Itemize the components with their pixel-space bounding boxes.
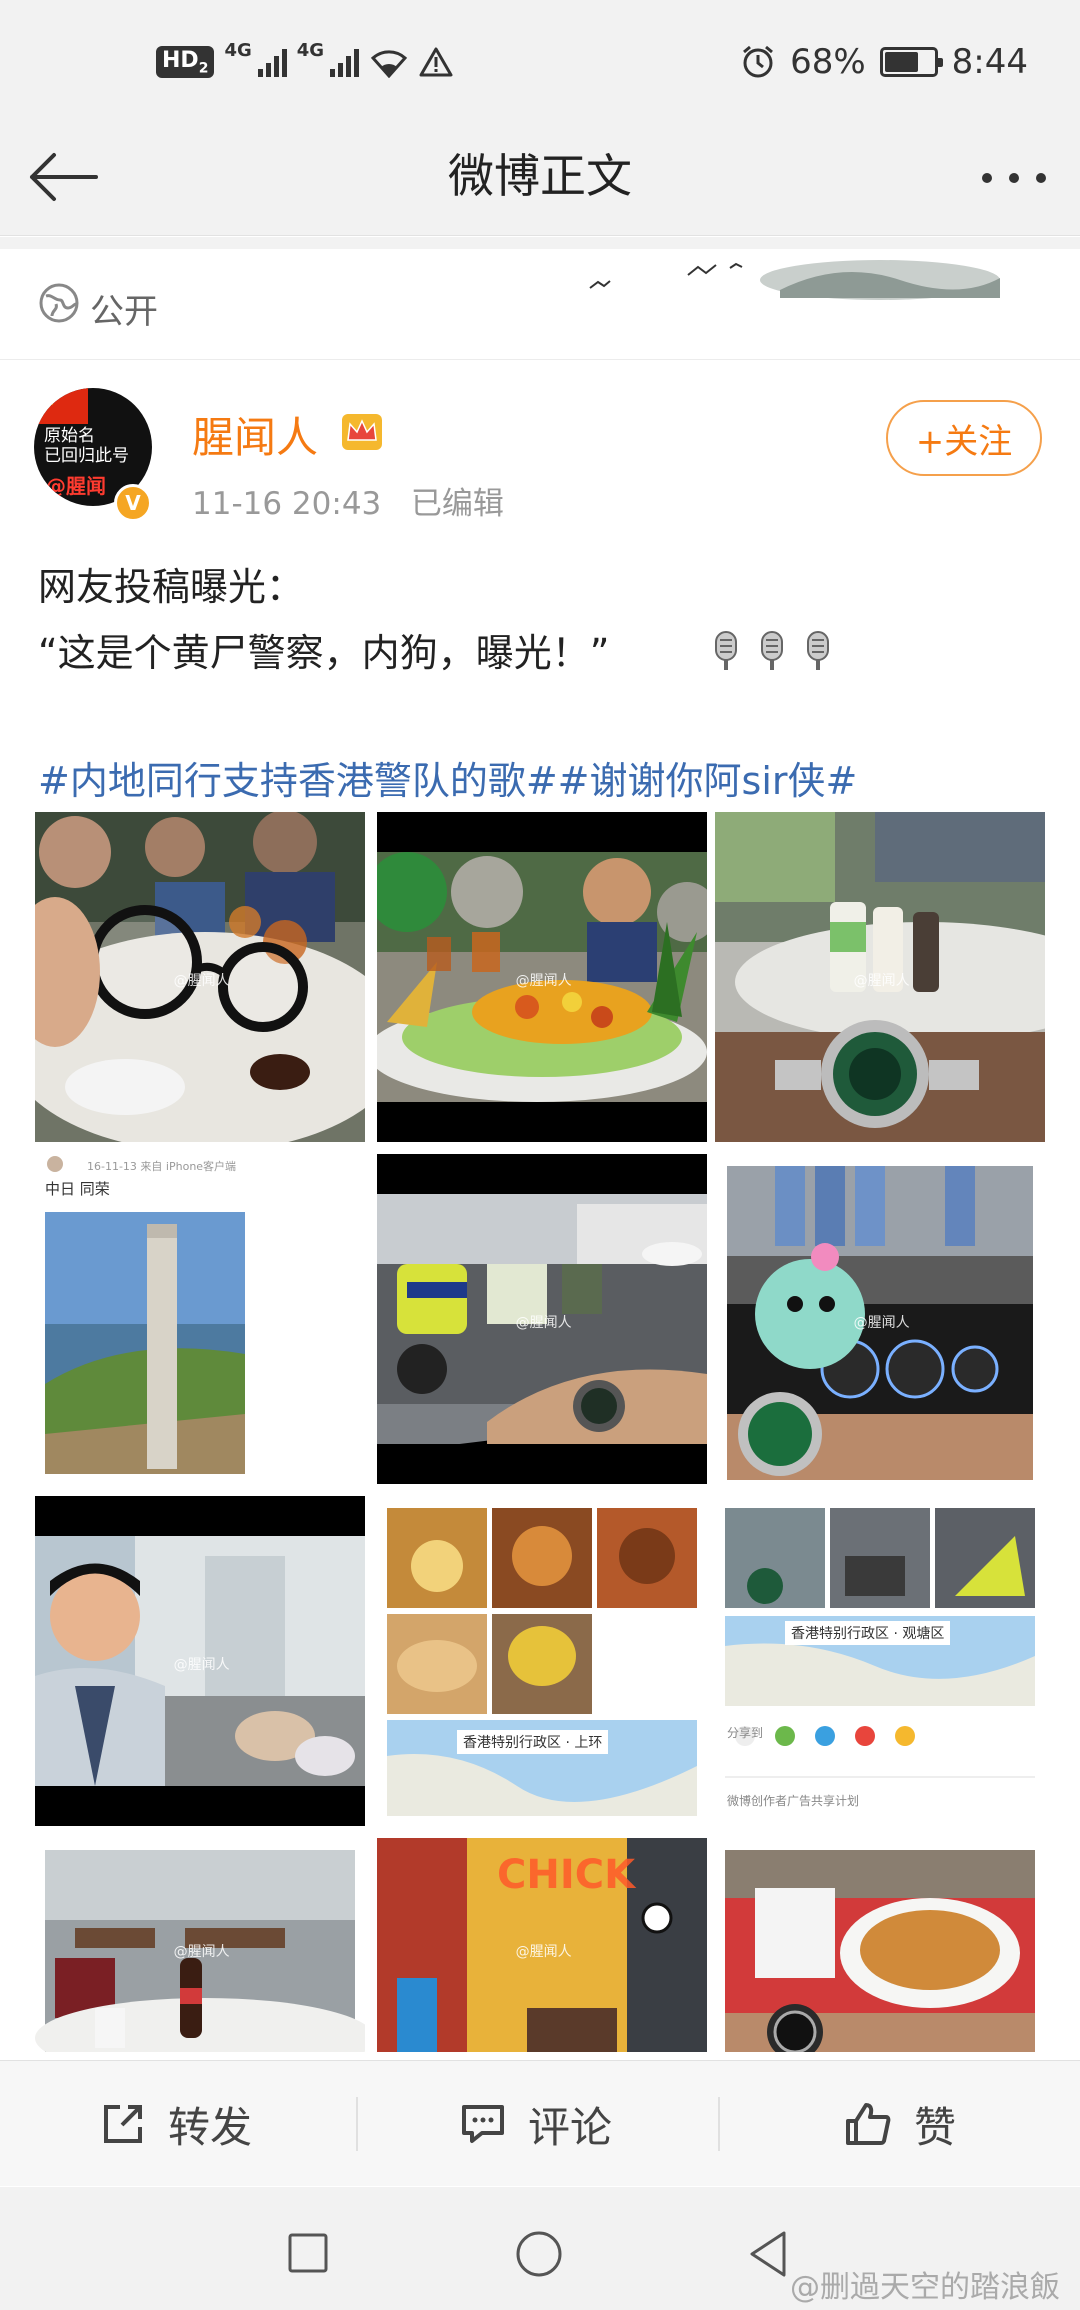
photo-collage-map[interactable]: 香港特别行政区 · 观塘区 分享到 微博创作者广告共享计划 — [715, 1496, 1045, 1826]
photo-watermark: @腥闻人 — [853, 973, 910, 990]
map-location-label: 香港特别行政区 · 观塘区 — [785, 1621, 951, 1645]
post-text-line-1: 网友投稿曝光： — [38, 565, 305, 609]
action-bar: 转发 评论 赞 — [0, 2060, 1080, 2186]
network-type-1: 4G — [224, 40, 252, 61]
microphone-emoji-icon — [807, 631, 829, 670]
photo-noodles-watch-image — [715, 1838, 1045, 2052]
photo-food-collage-map-image — [377, 1496, 707, 1826]
repost-button[interactable]: 转发 — [100, 2061, 252, 2187]
photo-watch-plush-toy[interactable]: @腥闻人 — [715, 1154, 1045, 1484]
repost-icon — [104, 2105, 142, 2143]
warning-icon — [419, 47, 453, 77]
battery-icon — [879, 47, 943, 77]
photo-watermark: @腥闻人 — [515, 1943, 572, 1960]
separator — [0, 237, 1080, 249]
visibility-label: 公开 — [90, 292, 158, 332]
thumbs-up-icon — [846, 2103, 891, 2145]
divider — [356, 2097, 358, 2151]
back-nav-icon[interactable] — [746, 2229, 790, 2279]
divider — [718, 2097, 720, 2151]
photo-glasses-dinner[interactable]: @腥闻人 — [35, 812, 365, 1142]
network-type-2: 4G — [296, 40, 325, 61]
microphone-emoji-icon — [715, 631, 737, 670]
photo-timestamp: 16-11-13 来自 iPhone客户端 — [87, 1160, 237, 1173]
photo-pineapple-dish[interactable]: @腥闻人 — [377, 812, 707, 1142]
dot — [1009, 173, 1019, 183]
photo-watermark: @腥闻人 — [515, 973, 572, 990]
photo-police-motorcycles[interactable]: @腥闻人 — [377, 1154, 707, 1484]
follow-button[interactable]: +关注 — [886, 400, 1042, 476]
photo-watch-table[interactable]: @腥闻人 — [715, 812, 1045, 1142]
page-title: 微博正文 — [448, 149, 632, 203]
avatar-line-1: 原始名 — [44, 426, 95, 446]
signal-icon — [257, 47, 287, 77]
globe-icon — [39, 283, 79, 323]
post-time-value: 11-16 20:43 — [192, 486, 382, 522]
photo-monument-screenshot[interactable]: 16-11-13 来自 iPhone客户端 中日 同荣 — [35, 1154, 365, 1484]
photo-watermark: @腥闻人 — [853, 1315, 910, 1332]
hd-badge: HD2 — [156, 45, 215, 79]
comment-icon — [462, 2105, 504, 2143]
avatar-text: 原始名 已回归此号 — [44, 426, 144, 466]
post-time: 11-16 20:43 已编辑 — [192, 478, 504, 523]
map-location-label: 香港特别行政区 · 上环 — [457, 1730, 609, 1754]
edited-label: 已编辑 — [410, 486, 504, 522]
photo-collage-map-image — [715, 1496, 1045, 1826]
photo-restaurant-interior[interactable]: CHICK @腥闻人 — [377, 1838, 707, 2052]
photo-watermark: @腥闻人 — [173, 1657, 230, 1674]
status-right: 68% 8:44 — [740, 38, 1028, 86]
like-button[interactable]: 赞 — [844, 2061, 956, 2187]
flag-icon — [36, 388, 88, 424]
photo-watermark: @腥闻人 — [173, 1943, 230, 1960]
comment-button[interactable]: 评论 — [460, 2061, 612, 2187]
dot — [1036, 173, 1046, 183]
status-bar: HD2 4G 4G 68% 8:44 — [0, 0, 1080, 120]
post-text-line-2: “这是个黄尸警察，内狗，曝光！” — [38, 631, 610, 675]
hashtag-link[interactable]: #内地同行支持香港警队的歌##谢谢你阿sir侠# — [38, 750, 857, 805]
like-label: 赞 — [914, 2102, 957, 2152]
author-name[interactable]: 腥闻人 — [192, 404, 318, 465]
ad-label: 微博创作者广告共享计划 — [727, 1794, 860, 1808]
share-label: 分享到 — [727, 1726, 764, 1740]
repost-label: 转发 — [168, 2102, 253, 2152]
battery-fill — [884, 52, 918, 72]
signal-icon-2 — [330, 47, 360, 77]
photo-canteen[interactable]: @腥闻人 — [35, 1838, 365, 2052]
more-options-button[interactable] — [974, 150, 1054, 206]
photo-watermark: @腥闻人 — [515, 1315, 572, 1332]
photo-monument-screenshot-image — [35, 1154, 365, 1484]
comment-label: 评论 — [528, 2102, 613, 2152]
status-left: HD2 4G 4G — [156, 40, 453, 84]
photo-selfie-hallway[interactable]: @腥闻人 — [35, 1496, 365, 1826]
photo-food-collage-map[interactable]: 香港特别行政区 · 上环 — [377, 1496, 707, 1826]
photo-caption: 中日 同荣 — [45, 1180, 110, 1198]
photo-noodles-watch[interactable] — [715, 1838, 1045, 2052]
dot — [982, 173, 992, 183]
home-icon[interactable] — [514, 2229, 564, 2279]
vip-crown-icon[interactable] — [340, 412, 384, 452]
decorative-landscape-icon — [589, 260, 1000, 300]
clock: 8:44 — [951, 42, 1028, 82]
microphone-emoji-icon — [761, 631, 783, 670]
title-bar: 微博正文 — [0, 120, 1080, 236]
photo-grid: @腥闻人 @腥闻人 @腥闻人 16-11-13 来自 iPhone客户端 中日 … — [35, 812, 1045, 2052]
recent-apps-icon[interactable] — [286, 2231, 330, 2275]
avatar-handle: @腥闻 — [46, 474, 106, 498]
battery-percent: 68% — [790, 42, 866, 82]
wifi-icon — [370, 50, 408, 78]
alarm-icon — [743, 45, 774, 78]
neon-sign: CHICK — [497, 1852, 636, 1898]
avatar-line-2: 已回归此号 — [44, 446, 129, 466]
photo-watermark: @腥闻人 — [173, 973, 230, 990]
verified-badge-icon: V — [114, 484, 152, 522]
image-watermark: @删過天空的踏浪飯 — [790, 2270, 1060, 2305]
